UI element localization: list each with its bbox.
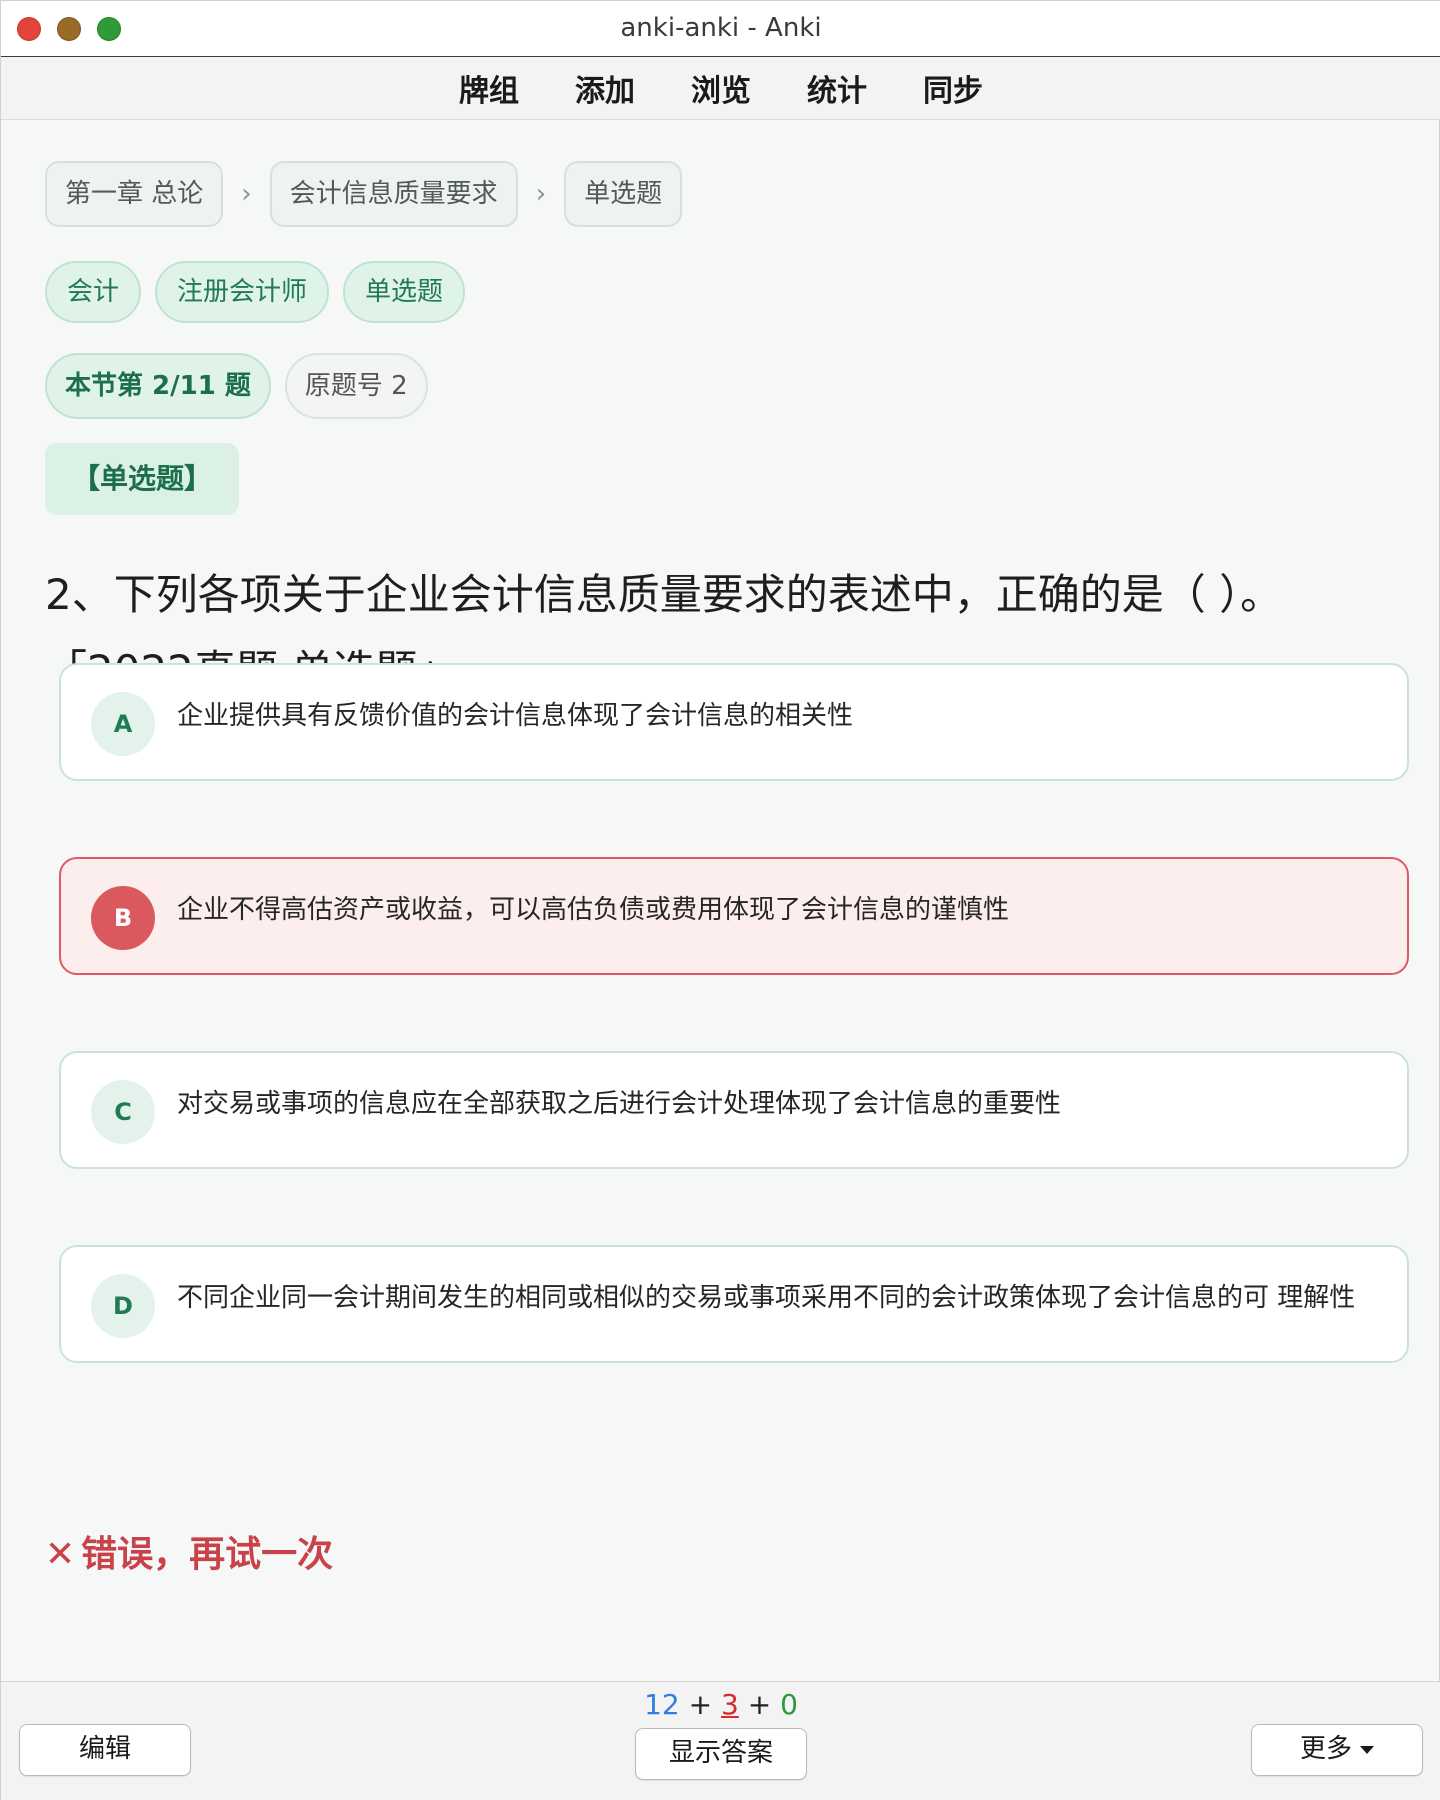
more-label: 更多 [1299, 1734, 1352, 1764]
option-d[interactable]: D 不同企业同一会计期间发生的相同或相似的交易或事项采用不同的会计政策体现了会计… [59, 1245, 1409, 1363]
answer-feedback: ✕ 错误，再试一次 [45, 1525, 333, 1577]
nav-browse[interactable]: 浏览 [691, 66, 751, 110]
bottom-bar: 12 + 3 + 0 编辑 显示答案 更多 [1, 1681, 1440, 1800]
top-toolbar: 牌组 添加 浏览 统计 同步 [1, 57, 1440, 120]
question-meta: 本节第 2/11 题 原题号 2 [45, 353, 428, 419]
more-button[interactable]: 更多 [1251, 1724, 1423, 1776]
wrong-x-icon: ✕ [45, 1534, 76, 1575]
anki-window: anki-anki - Anki 牌组 添加 浏览 统计 同步 第一章 总论 ›… [0, 0, 1440, 1800]
option-text: 企业不得高估资产或收益，可以高估负债或费用体现了会计信息的谨慎性 [177, 895, 1010, 925]
tag-accounting: 会计 [45, 261, 142, 323]
breadcrumb-separator: › [535, 179, 547, 209]
nav-decks[interactable]: 牌组 [459, 66, 519, 110]
breadcrumb-chapter: 第一章 总论 [45, 161, 224, 227]
question-type-label: 【单选题】 [45, 443, 239, 515]
option-text: 对交易或事项的信息应在全部获取之后进行会计处理体现了会计信息的重要性 [177, 1089, 1062, 1119]
nav-stats[interactable]: 统计 [807, 66, 867, 110]
edit-button[interactable]: 编辑 [19, 1724, 191, 1776]
option-a[interactable]: A 企业提供具有反馈价值的会计信息体现了会计信息的相关性 [59, 663, 1409, 781]
tag-list: 会计 注册会计师 单选题 [45, 261, 466, 323]
due-counts: 12 + 3 + 0 [1, 1688, 1440, 1721]
tag-single-choice: 单选题 [343, 261, 466, 323]
feedback-text: 错误，再试一次 [81, 1534, 334, 1575]
title-bar: anki-anki - Anki [1, 1, 1440, 57]
option-letter: B [91, 886, 155, 950]
option-letter: A [91, 692, 155, 756]
option-letter: D [91, 1274, 155, 1338]
breadcrumb-type: 单选题 [564, 161, 683, 227]
review-count: 0 [780, 1688, 798, 1721]
window-title: anki-anki - Anki [620, 13, 822, 43]
tag-cpa: 注册会计师 [155, 261, 330, 323]
plus-separator: + [688, 1688, 713, 1721]
question-stem: 2、下列各项关于企业会计信息质量要求的表述中，正确的是（ ）。 [45, 570, 1283, 619]
new-count: 12 [644, 1688, 680, 1721]
breadcrumb: 第一章 总论 › 会计信息质量要求 › 单选题 [45, 161, 683, 227]
section-progress-badge: 本节第 2/11 题 [45, 353, 271, 419]
show-answer-button[interactable]: 显示答案 [635, 1728, 807, 1780]
option-letter: C [91, 1080, 155, 1144]
original-number-badge: 原题号 2 [284, 353, 428, 419]
breadcrumb-separator: › [241, 179, 252, 209]
card-content: 第一章 总论 › 会计信息质量要求 › 单选题 会计 注册会计师 单选题 本节第… [1, 121, 1440, 1681]
plus-separator: + [747, 1688, 772, 1721]
option-text: 企业提供具有反馈价值的会计信息体现了会计信息的相关性 [177, 701, 854, 731]
caret-down-icon [1360, 1745, 1374, 1754]
option-text: 不同企业同一会计期间发生的相同或相似的交易或事项采用不同的会计政策体现了会计信息… [177, 1283, 1356, 1313]
option-c[interactable]: C 对交易或事项的信息应在全部获取之后进行会计处理体现了会计信息的重要性 [59, 1051, 1409, 1169]
learn-count: 3 [720, 1688, 739, 1721]
option-b[interactable]: B 企业不得高估资产或收益，可以高估负债或费用体现了会计信息的谨慎性 [59, 857, 1409, 975]
nav-sync[interactable]: 同步 [923, 66, 983, 110]
breadcrumb-section: 会计信息质量要求 [269, 161, 518, 227]
nav-add[interactable]: 添加 [575, 66, 635, 110]
